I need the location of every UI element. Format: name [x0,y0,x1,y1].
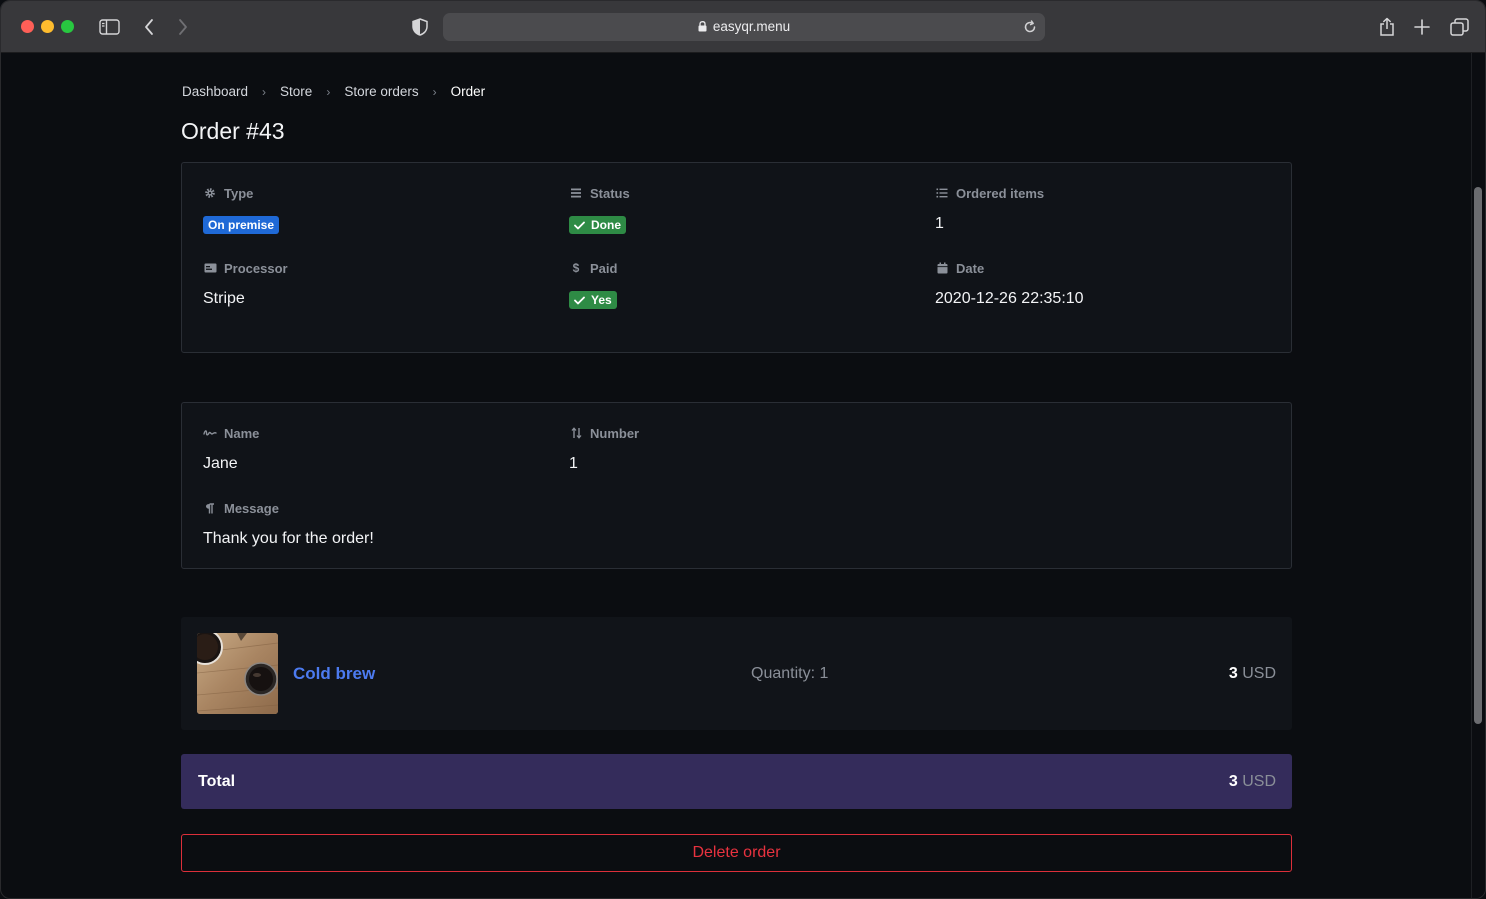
paid-label: Paid [590,260,618,276]
browser-toolbar: easyqr.menu [1,1,1485,53]
ordered-items-value: 1 [935,215,944,232]
message-value: Thank you for the order! [203,530,374,547]
name-label: Name [224,425,260,441]
message-label: Message [224,500,279,516]
name-field: Name Jane [203,425,259,473]
product-quantity: Quantity: 1 [751,665,829,682]
browser-window: easyqr.menu Dashboard › Store › Store or… [0,0,1486,899]
back-icon[interactable] [137,15,161,39]
breadcrumb-order: Order [450,84,486,99]
check-icon [574,296,585,305]
scrollbar-thumb[interactable] [1474,187,1482,724]
order-info-card: Type On premise Status Done Ordered item… [181,162,1292,353]
paid-value: Yes [591,293,612,307]
paid-badge: Yes [569,291,617,309]
check-icon [574,221,585,230]
product-price-amount: 3 [1228,665,1238,682]
total-amount: 3 [1228,773,1238,790]
type-label: Type [224,185,254,201]
status-badge: Done [569,216,626,234]
tabs-overview-icon[interactable] [1447,15,1471,39]
order-item-row: Cold brew Quantity: 1 3 USD [181,617,1292,730]
zoom-window-button[interactable] [61,20,74,33]
paid-field: $ Paid Yes [569,260,617,310]
processor-value: Stripe [203,290,245,307]
minimize-window-button[interactable] [41,20,54,33]
total-row: Total 3 USD [181,754,1292,809]
date-value: 2020-12-26 22:35:10 [935,290,1084,307]
product-image[interactable] [197,633,278,714]
total-currency: USD [1242,773,1276,790]
new-tab-icon[interactable] [1410,15,1434,39]
sort-icon [569,426,583,440]
number-field: Number 1 [569,425,639,473]
processor-label: Processor [224,260,288,276]
number-value: 1 [569,455,578,472]
type-field: Type On premise [203,185,280,234]
breadcrumb-dashboard[interactable]: Dashboard [182,84,248,99]
card-icon [203,261,217,275]
chevron-right-icon: › [262,84,267,99]
reload-icon[interactable] [1021,18,1039,36]
total-label: Total [198,773,236,790]
product-name-link[interactable]: Cold brew [293,664,375,684]
chevron-right-icon: › [326,84,331,99]
breadcrumb: Dashboard › Store › Store orders › Order [182,84,485,99]
list-ordered-icon [935,186,949,200]
processor-field: Processor Stripe [203,260,288,308]
share-icon[interactable] [1375,15,1399,39]
breadcrumb-store[interactable]: Store [280,84,312,99]
status-label: Status [590,185,630,201]
page-title: Order #43 [181,118,285,144]
ordered-items-field: Ordered items 1 [935,185,1044,233]
date-field: Date 2020-12-26 22:35:10 [935,260,1084,308]
signature-icon [203,426,217,440]
delete-order-button[interactable]: Delete order [181,834,1292,872]
calendar-icon [935,261,949,275]
shield-icon[interactable] [408,15,432,39]
lock-icon [698,20,707,35]
chevron-right-icon: › [432,84,437,99]
customer-info-card: Name Jane Number 1 Message Thank you for… [181,402,1292,569]
total-price: 3 USD [1229,773,1276,791]
breadcrumb-store-orders[interactable]: Store orders [344,84,418,99]
sidebar-icon[interactable] [97,15,121,39]
dollar-icon: $ [572,261,580,275]
type-badge: On premise [203,216,280,234]
product-price-currency: USD [1242,665,1276,682]
gear-icon [203,186,217,200]
message-field: Message Thank you for the order! [203,500,374,548]
number-label: Number [590,425,640,441]
paragraph-icon [203,501,217,515]
list-icon [569,186,583,200]
address-bar[interactable]: easyqr.menu [443,13,1045,41]
forward-icon[interactable] [171,15,195,39]
url-text: easyqr.menu [712,19,791,34]
ordered-items-label: Ordered items [956,185,1045,201]
status-value: Done [591,218,621,232]
name-value: Jane [203,455,238,472]
status-field: Status Done [569,185,630,235]
date-label: Date [956,260,985,276]
close-window-button[interactable] [21,20,34,33]
product-price: 3 USD [1229,665,1276,683]
